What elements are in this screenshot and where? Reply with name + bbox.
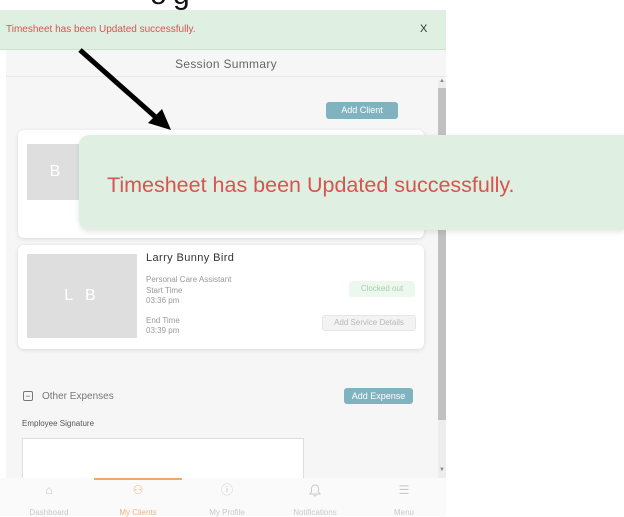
- notification-message: Timesheet has been Updated successfully.: [6, 24, 196, 35]
- client-avatar: B: [27, 144, 87, 200]
- active-tab-indicator: [94, 478, 182, 480]
- other-expenses-label: Other Expenses: [42, 391, 114, 402]
- home-icon: ⌂: [45, 483, 53, 497]
- client-role: Personal Care Assistant: [146, 275, 232, 284]
- add-client-button[interactable]: Add Client: [326, 102, 398, 119]
- nav-dashboard[interactable]: ⌂ Dashboard: [14, 483, 84, 517]
- end-time-label: End Time: [146, 316, 180, 325]
- client-card-2[interactable]: L B Larry Bunny Bird Personal Care Assis…: [18, 245, 424, 349]
- header-divider: [6, 76, 446, 77]
- client-avatar: L B: [27, 254, 137, 338]
- profile-icon: ⓘ: [220, 483, 233, 497]
- start-time-value: 03:36 pm: [146, 296, 180, 305]
- scroll-up-arrow-icon[interactable]: ▲: [438, 76, 446, 86]
- add-expense-button[interactable]: Add Expense: [344, 388, 413, 404]
- add-service-details-button[interactable]: Add Service Details: [322, 315, 416, 331]
- nav-my-clients[interactable]: ⚇ My Clients: [103, 483, 173, 517]
- clients-icon: ⚇: [132, 483, 144, 497]
- client-name: Larry Bunny Bird: [146, 252, 235, 264]
- clocked-out-status-badge: Clocked out: [349, 281, 415, 297]
- other-expenses-checkbox[interactable]: −: [23, 391, 33, 401]
- scroll-down-arrow-icon[interactable]: ▼: [438, 465, 446, 475]
- nav-notifications[interactable]: Notifications: [280, 483, 350, 517]
- notification-close-button[interactable]: X: [420, 23, 427, 35]
- zoomed-notification-message: Timesheet has been Updated successfully.: [107, 173, 515, 197]
- notification-banner: Timesheet has been Updated successfully.…: [0, 10, 446, 50]
- session-title: Session Summary: [175, 57, 277, 71]
- zoomed-notification-callout: Timesheet has been Updated successfully.: [79, 135, 624, 230]
- nav-my-profile[interactable]: ⓘ My Profile: [192, 483, 262, 517]
- menu-icon: ☰: [398, 483, 410, 497]
- session-summary-panel: Session Summary ▲ ▼ Add Client B L B Lar…: [6, 50, 446, 516]
- start-time-label: Start Time: [146, 286, 183, 295]
- employee-signature-label: Employee Signature: [22, 419, 95, 428]
- end-time-value: 03:39 pm: [146, 326, 180, 335]
- nav-menu[interactable]: ☰ Menu: [369, 483, 439, 517]
- bell-icon: [280, 483, 350, 497]
